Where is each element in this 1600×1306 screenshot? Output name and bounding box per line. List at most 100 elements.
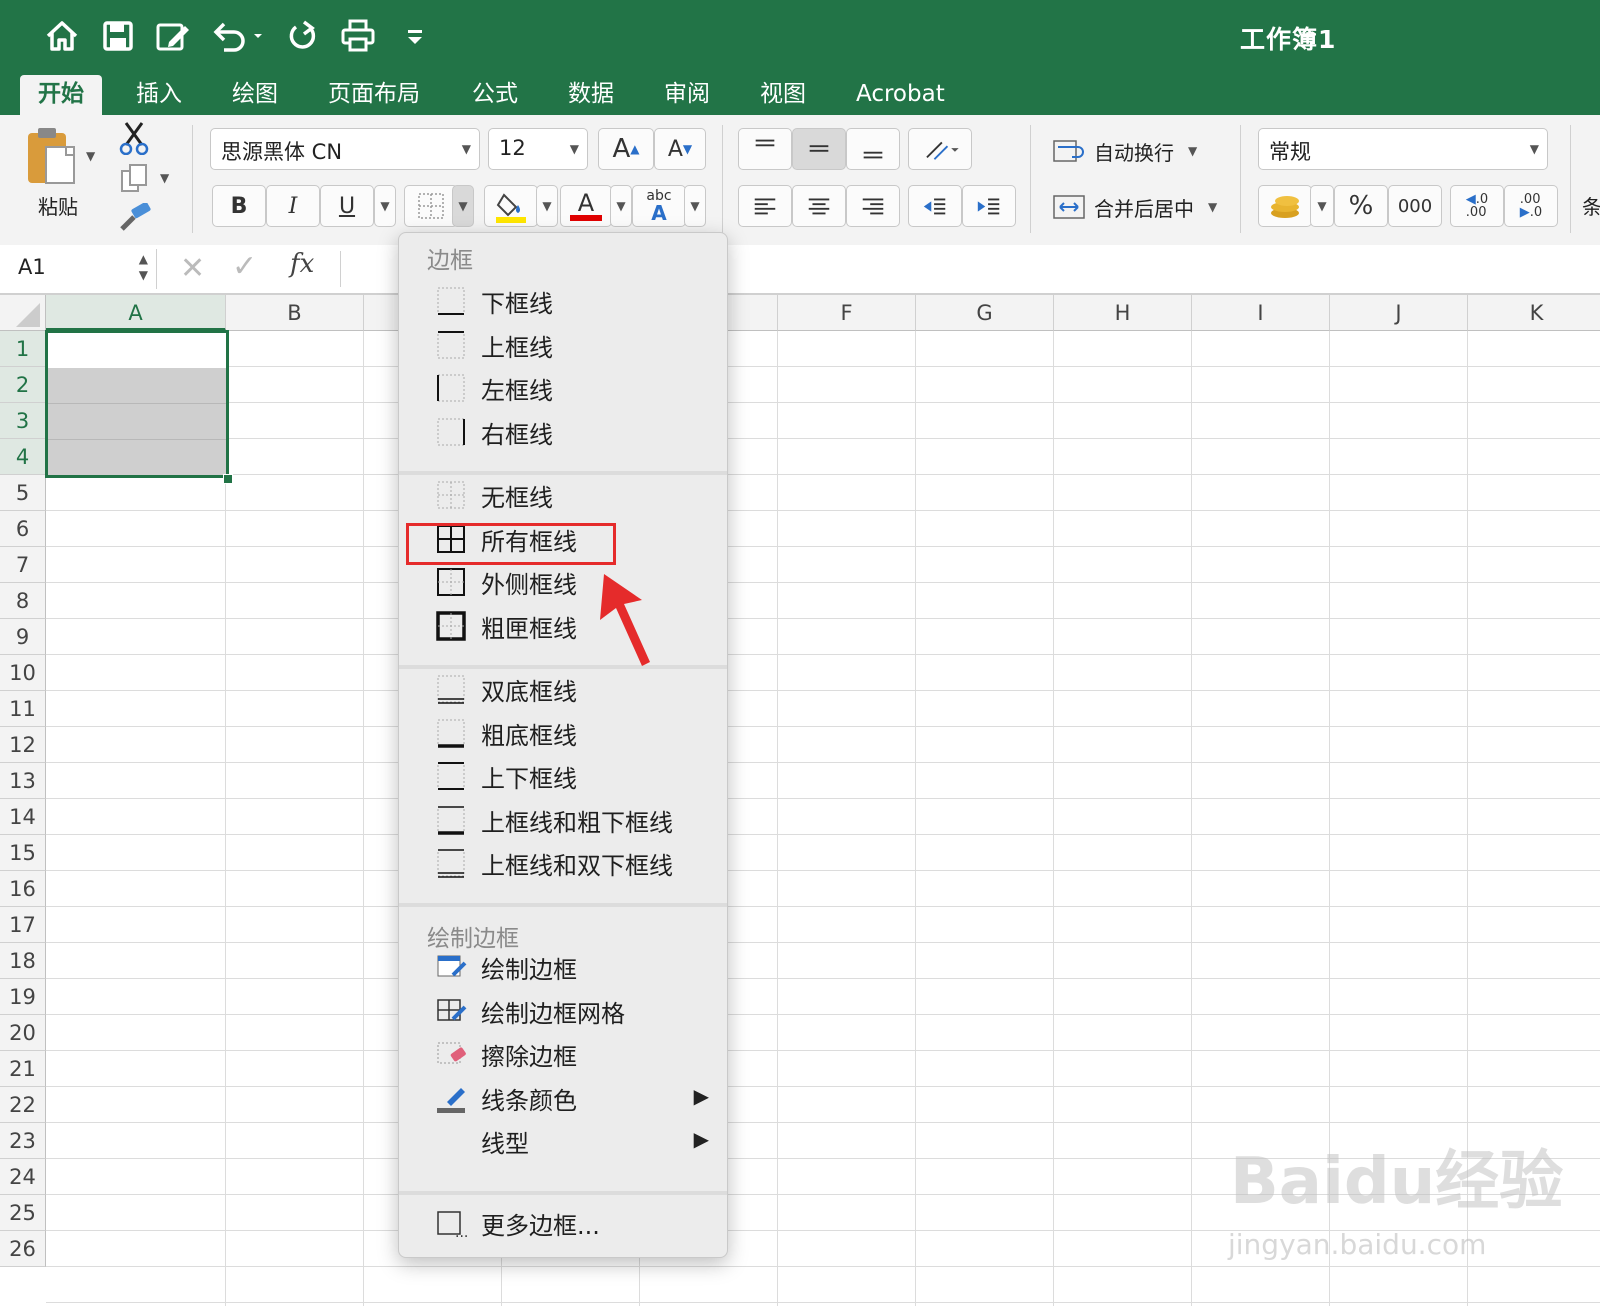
fill-color-dropdown[interactable]: ▼ xyxy=(536,185,558,227)
row-header[interactable]: 12 xyxy=(0,727,46,763)
decrease-decimal-button[interactable]: .00 ▶.0 xyxy=(1504,185,1558,227)
row-header[interactable]: 2 xyxy=(0,367,46,403)
conditional-format-label[interactable]: 条 xyxy=(1582,191,1600,220)
confirm-icon[interactable]: ✓ xyxy=(232,249,257,284)
column-header-g[interactable]: G xyxy=(916,295,1054,331)
cancel-icon[interactable]: ✕ xyxy=(180,251,205,286)
row-header[interactable]: 9 xyxy=(0,619,46,655)
comma-style-button[interactable]: 000 xyxy=(1388,185,1442,227)
cut-icon[interactable] xyxy=(118,121,150,156)
decrease-indent-button[interactable] xyxy=(908,185,962,227)
row-header[interactable]: 20 xyxy=(0,1015,46,1051)
align-left-button[interactable] xyxy=(738,185,792,227)
row-header[interactable]: 24 xyxy=(0,1159,46,1195)
column-header-k[interactable]: K xyxy=(1468,295,1600,331)
borders-dropdown[interactable]: ▼ xyxy=(452,185,474,227)
menu-item-top-double-bottom-border[interactable]: 上框线和双下框线 xyxy=(409,843,719,883)
tab-page-layout[interactable]: 页面布局 xyxy=(310,75,438,115)
row-header[interactable]: 15 xyxy=(0,835,46,871)
row-header[interactable]: 18 xyxy=(0,943,46,979)
menu-item-thick-box-border[interactable]: 粗匣框线 xyxy=(409,606,719,646)
accounting-dropdown[interactable]: ▼ xyxy=(1310,185,1334,227)
underline-button[interactable]: U xyxy=(320,185,374,227)
menu-item-more-borders[interactable]: ... 更多边框... xyxy=(409,1203,719,1243)
font-color-button[interactable]: A xyxy=(560,185,612,227)
name-box[interactable]: A1 ▲ ▼ xyxy=(4,249,157,289)
fill-color-button[interactable] xyxy=(484,185,538,227)
row-header[interactable]: 8 xyxy=(0,583,46,619)
menu-item-draw-border[interactable]: 绘制边框 xyxy=(409,947,719,987)
row-header[interactable]: 6 xyxy=(0,511,46,547)
undo-icon[interactable] xyxy=(208,16,264,56)
tab-home[interactable]: 开始 xyxy=(20,75,102,115)
row-header[interactable]: 22 xyxy=(0,1087,46,1123)
tab-review[interactable]: 审阅 xyxy=(646,75,728,115)
align-center-button[interactable] xyxy=(792,185,846,227)
row-header[interactable]: 23 xyxy=(0,1123,46,1159)
copy-dropdown-icon[interactable]: ▼ xyxy=(160,171,169,185)
menu-item-left-border[interactable]: 左框线 xyxy=(409,368,719,408)
menu-item-erase-border[interactable]: 擦除边框 xyxy=(409,1034,719,1074)
number-format-select[interactable]: 常规 ▼ xyxy=(1258,128,1548,170)
bold-button[interactable]: B xyxy=(212,185,266,227)
borders-button[interactable] xyxy=(404,185,458,227)
menu-item-bottom-double-border[interactable]: 双底框线 xyxy=(409,669,719,709)
menu-item-top-border[interactable]: 上框线 xyxy=(409,325,719,365)
orientation-button[interactable] xyxy=(908,128,972,170)
menu-item-bottom-border[interactable]: 下框线 xyxy=(409,281,719,321)
fill-handle[interactable] xyxy=(223,474,233,484)
column-header-f[interactable]: F xyxy=(778,295,916,331)
underline-dropdown[interactable]: ▼ xyxy=(374,185,396,227)
row-header[interactable]: 21 xyxy=(0,1051,46,1087)
increase-font-size-button[interactable]: A ▲ xyxy=(598,128,654,170)
print-icon[interactable] xyxy=(338,16,378,56)
font-name-select[interactable]: 思源黑体 CN ▼ xyxy=(210,128,480,170)
menu-item-outside-borders[interactable]: 外侧框线 xyxy=(409,562,719,602)
menu-item-no-border[interactable]: 无框线 xyxy=(409,475,719,515)
decrease-font-size-button[interactable]: A ▼ xyxy=(654,128,706,170)
menu-item-line-style[interactable]: 线型 ▶ xyxy=(409,1121,719,1161)
select-all-corner[interactable] xyxy=(0,295,46,331)
row-header[interactable]: 16 xyxy=(0,871,46,907)
column-header-b[interactable]: B xyxy=(226,295,364,331)
column-header-h[interactable]: H xyxy=(1054,295,1192,331)
menu-item-draw-border-grid[interactable]: 绘制边框网格 xyxy=(409,991,719,1031)
tab-formulas[interactable]: 公式 xyxy=(454,75,536,115)
paste-dropdown-icon[interactable]: ▼ xyxy=(86,149,95,163)
align-bottom-button[interactable] xyxy=(846,128,900,170)
column-header-j[interactable]: J xyxy=(1330,295,1468,331)
tab-insert[interactable]: 插入 xyxy=(118,75,200,115)
row-header[interactable]: 19 xyxy=(0,979,46,1015)
menu-item-thick-bottom-border[interactable]: 粗底框线 xyxy=(409,713,719,753)
phonetic-guide-button[interactable]: abc A xyxy=(632,185,686,227)
row-header[interactable]: 1 xyxy=(0,331,46,367)
edit-document-icon[interactable] xyxy=(152,16,192,56)
increase-indent-button[interactable] xyxy=(962,185,1016,227)
merge-center-button[interactable]: 合并后居中 ▼ xyxy=(1052,191,1217,223)
font-color-dropdown[interactable]: ▼ xyxy=(610,185,632,227)
phonetic-dropdown[interactable]: ▼ xyxy=(684,185,706,227)
copy-icon[interactable] xyxy=(120,163,150,193)
row-header[interactable]: 10 xyxy=(0,655,46,691)
insert-function-button[interactable]: fx xyxy=(290,249,314,279)
row-header[interactable]: 26 xyxy=(0,1231,46,1267)
tab-acrobat[interactable]: Acrobat xyxy=(838,75,963,115)
tab-data[interactable]: 数据 xyxy=(550,75,632,115)
row-header[interactable]: 3 xyxy=(0,403,46,439)
align-middle-button[interactable] xyxy=(792,128,846,170)
row-header[interactable]: 4 xyxy=(0,439,46,475)
tab-view[interactable]: 视图 xyxy=(742,75,824,115)
redo-icon[interactable] xyxy=(282,16,322,56)
menu-item-top-thick-bottom-border[interactable]: 上框线和粗下框线 xyxy=(409,800,719,840)
tab-draw[interactable]: 绘图 xyxy=(214,75,296,115)
home-icon[interactable] xyxy=(42,16,82,56)
format-painter-icon[interactable] xyxy=(118,201,152,233)
column-header-i[interactable]: I xyxy=(1192,295,1330,331)
row-header[interactable]: 11 xyxy=(0,691,46,727)
percent-style-button[interactable]: % xyxy=(1334,185,1388,227)
save-icon[interactable] xyxy=(98,16,138,56)
font-size-select[interactable]: 12 ▼ xyxy=(488,128,588,170)
column-header-a[interactable]: A xyxy=(46,295,226,331)
accounting-format-button[interactable] xyxy=(1258,185,1312,227)
align-top-button[interactable] xyxy=(738,128,792,170)
